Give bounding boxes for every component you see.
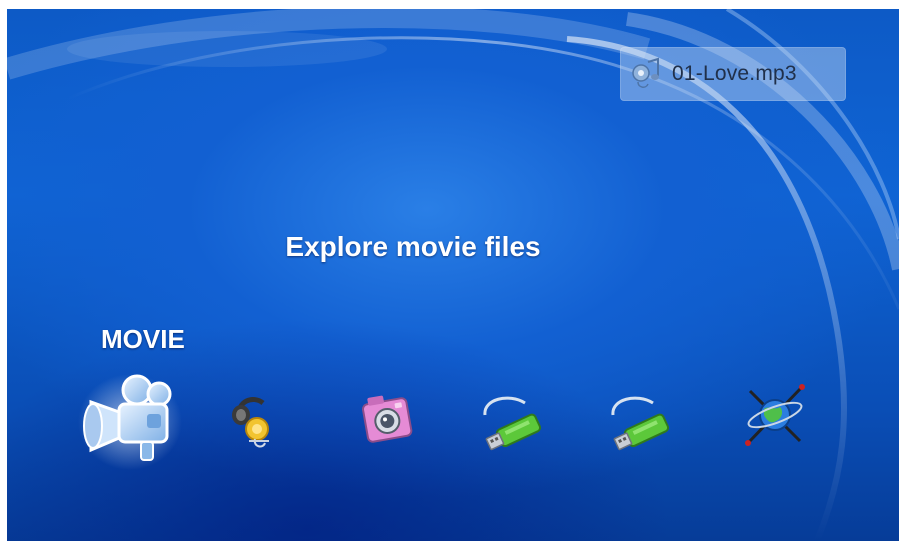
network-globe-icon [745, 384, 805, 446]
menu-hint-text: Explore movie files [285, 231, 541, 262]
menu-item-usb-1[interactable] [479, 389, 553, 451]
movie-camera-icon [78, 374, 182, 470]
now-playing-filename: 01-Love.mp3 [672, 62, 797, 85]
usb-drive-icon [483, 396, 542, 451]
menu-item-music[interactable] [225, 387, 281, 451]
photo-camera-icon [362, 395, 413, 443]
media-player-screen: 01-Love.mp3 Explore movie files MOVIE [7, 9, 899, 541]
menu-item-photo[interactable] [357, 387, 417, 451]
headphones-icon [232, 397, 269, 448]
menu-item-network[interactable] [742, 381, 808, 449]
music-note-icon [632, 57, 659, 88]
selected-menu-label: MOVIE [101, 324, 185, 354]
now-playing-badge[interactable]: 01-Love.mp3 [620, 47, 846, 101]
menu-item-usb-2[interactable] [607, 389, 681, 451]
menu-item-movie[interactable] [75, 364, 185, 474]
usb-drive-icon [611, 396, 670, 451]
